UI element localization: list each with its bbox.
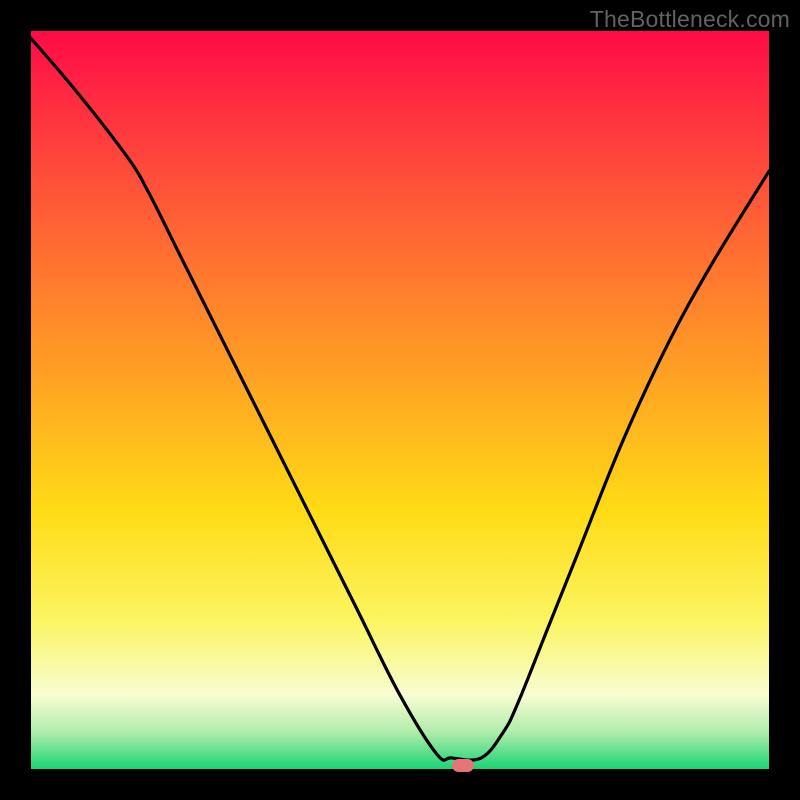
watermark-text: TheBottleneck.com (590, 6, 790, 33)
plot-area (31, 31, 769, 769)
plot-svg (31, 31, 769, 769)
chart-frame: TheBottleneck.com (0, 0, 800, 800)
minimum-marker (452, 759, 474, 772)
gradient-background (31, 31, 769, 769)
